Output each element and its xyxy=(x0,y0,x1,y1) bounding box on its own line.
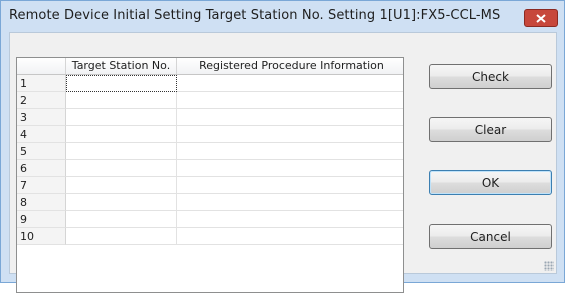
close-button[interactable] xyxy=(524,9,558,27)
row-number: 9 xyxy=(17,211,66,228)
target-station-grid: Target Station No. Registered Procedure … xyxy=(16,57,404,293)
table-row: 4 xyxy=(17,126,403,143)
row-number: 4 xyxy=(17,126,66,143)
header-registered-procedure-information[interactable]: Registered Procedure Information xyxy=(177,58,403,74)
procedure-info-cell[interactable] xyxy=(177,109,403,126)
target-station-cell[interactable] xyxy=(66,75,177,92)
target-station-cell[interactable] xyxy=(66,177,177,194)
row-number: 10 xyxy=(17,228,66,245)
target-station-cell[interactable] xyxy=(66,160,177,177)
target-station-cell[interactable] xyxy=(66,194,177,211)
procedure-info-cell[interactable] xyxy=(177,160,403,177)
grid-header: Target Station No. Registered Procedure … xyxy=(17,58,403,75)
procedure-info-cell[interactable] xyxy=(177,177,403,194)
resize-grip[interactable] xyxy=(544,261,554,271)
row-number: 7 xyxy=(17,177,66,194)
target-station-cell[interactable] xyxy=(66,143,177,160)
target-station-cell[interactable] xyxy=(66,228,177,245)
window-title: Remote Device Initial Setting Target Sta… xyxy=(9,8,501,23)
procedure-info-cell[interactable] xyxy=(177,194,403,211)
row-number: 3 xyxy=(17,109,66,126)
clear-button[interactable]: Clear xyxy=(429,117,552,142)
dialog-window: Remote Device Initial Setting Target Sta… xyxy=(0,0,565,293)
close-icon xyxy=(536,13,546,23)
table-row: 7 xyxy=(17,177,403,194)
procedure-info-cell[interactable] xyxy=(177,228,403,245)
procedure-info-cell[interactable] xyxy=(177,143,403,160)
target-station-cell[interactable] xyxy=(66,126,177,143)
ok-button[interactable]: OK xyxy=(429,170,552,195)
header-target-station-no[interactable]: Target Station No. xyxy=(66,58,177,74)
row-number: 1 xyxy=(17,75,66,92)
row-number: 5 xyxy=(17,143,66,160)
table-row: 2 xyxy=(17,92,403,109)
procedure-info-cell[interactable] xyxy=(177,75,403,92)
cancel-button[interactable]: Cancel xyxy=(429,224,552,249)
table-row: 3 xyxy=(17,109,403,126)
title-bar[interactable]: Remote Device Initial Setting Target Sta… xyxy=(1,1,564,31)
procedure-info-cell[interactable] xyxy=(177,92,403,109)
check-button[interactable]: Check xyxy=(429,64,552,89)
row-number: 8 xyxy=(17,194,66,211)
target-station-cell[interactable] xyxy=(66,92,177,109)
dialog-client-area: Target Station No. Registered Procedure … xyxy=(9,32,557,293)
procedure-info-cell[interactable] xyxy=(177,211,403,228)
table-row: 6 xyxy=(17,160,403,177)
table-row: 1 xyxy=(17,75,403,92)
table-row: 10 xyxy=(17,228,403,245)
header-corner xyxy=(17,58,66,74)
target-station-cell[interactable] xyxy=(66,211,177,228)
table-row: 5 xyxy=(17,143,403,160)
procedure-info-cell[interactable] xyxy=(177,126,403,143)
table-row: 8 xyxy=(17,194,403,211)
row-number: 6 xyxy=(17,160,66,177)
table-row: 9 xyxy=(17,211,403,228)
row-number: 2 xyxy=(17,92,66,109)
target-station-cell[interactable] xyxy=(66,109,177,126)
